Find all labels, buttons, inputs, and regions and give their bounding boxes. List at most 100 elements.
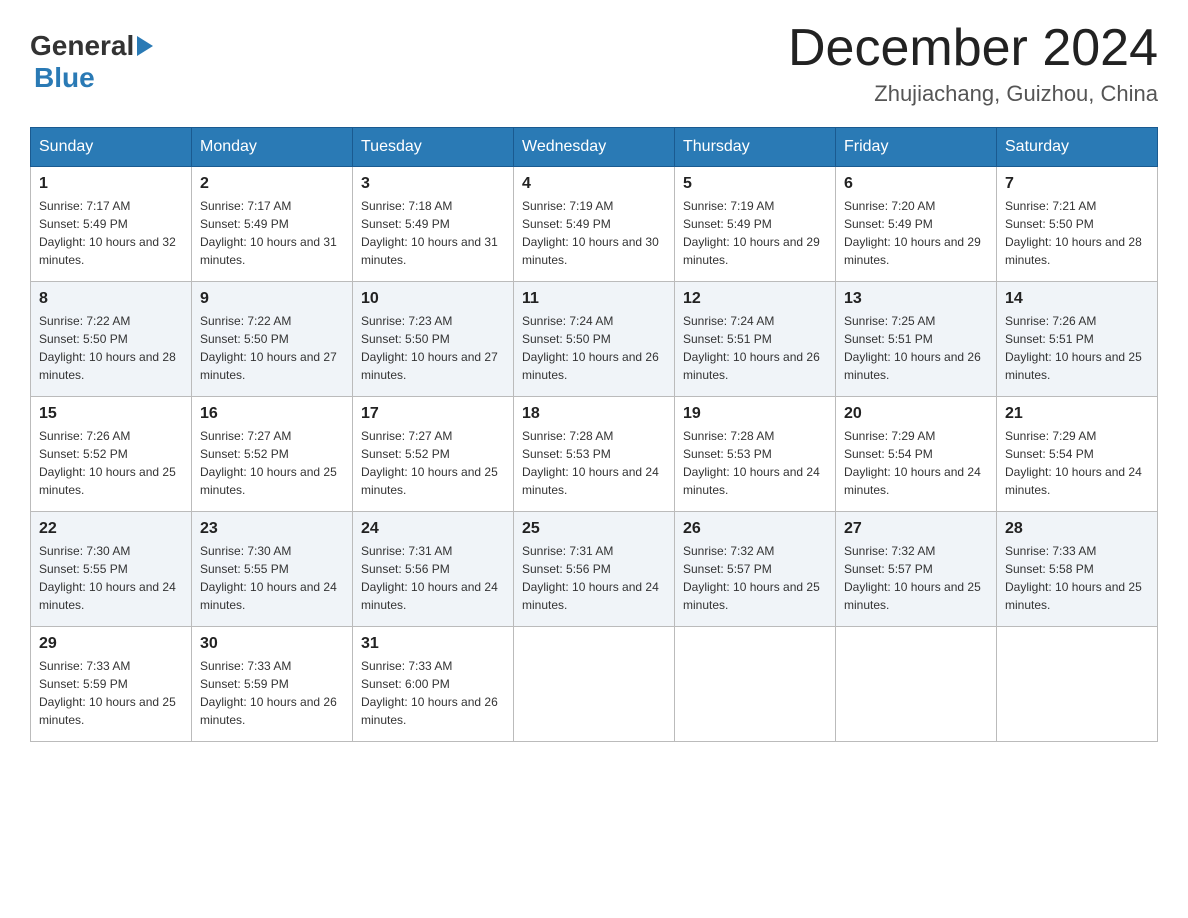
calendar-cell [836, 627, 997, 742]
calendar-cell: 23 Sunrise: 7:30 AMSunset: 5:55 PMDaylig… [192, 512, 353, 627]
day-info: Sunrise: 7:24 AMSunset: 5:50 PMDaylight:… [522, 314, 659, 382]
day-number: 25 [522, 520, 666, 538]
header-sunday: Sunday [31, 128, 192, 167]
day-number: 28 [1005, 520, 1149, 538]
calendar-cell: 16 Sunrise: 7:27 AMSunset: 5:52 PMDaylig… [192, 397, 353, 512]
day-number: 30 [200, 635, 344, 653]
calendar-cell: 15 Sunrise: 7:26 AMSunset: 5:52 PMDaylig… [31, 397, 192, 512]
day-info: Sunrise: 7:26 AMSunset: 5:51 PMDaylight:… [1005, 314, 1142, 382]
day-info: Sunrise: 7:20 AMSunset: 5:49 PMDaylight:… [844, 199, 981, 267]
calendar-cell: 4 Sunrise: 7:19 AMSunset: 5:49 PMDayligh… [514, 167, 675, 282]
calendar-cell: 22 Sunrise: 7:30 AMSunset: 5:55 PMDaylig… [31, 512, 192, 627]
day-number: 22 [39, 520, 183, 538]
calendar-cell [675, 627, 836, 742]
month-title: December 2024 [788, 20, 1158, 77]
logo-arrow-icon [137, 36, 153, 56]
day-info: Sunrise: 7:32 AMSunset: 5:57 PMDaylight:… [844, 544, 981, 612]
day-info: Sunrise: 7:22 AMSunset: 5:50 PMDaylight:… [39, 314, 176, 382]
day-number: 15 [39, 405, 183, 423]
location-title: Zhujiachang, Guizhou, China [788, 81, 1158, 107]
calendar-cell: 29 Sunrise: 7:33 AMSunset: 5:59 PMDaylig… [31, 627, 192, 742]
week-row-1: 1 Sunrise: 7:17 AMSunset: 5:49 PMDayligh… [31, 167, 1158, 282]
calendar-cell: 7 Sunrise: 7:21 AMSunset: 5:50 PMDayligh… [997, 167, 1158, 282]
calendar-cell: 30 Sunrise: 7:33 AMSunset: 5:59 PMDaylig… [192, 627, 353, 742]
day-number: 24 [361, 520, 505, 538]
day-number: 2 [200, 175, 344, 193]
week-row-3: 15 Sunrise: 7:26 AMSunset: 5:52 PMDaylig… [31, 397, 1158, 512]
calendar-cell: 13 Sunrise: 7:25 AMSunset: 5:51 PMDaylig… [836, 282, 997, 397]
header-saturday: Saturday [997, 128, 1158, 167]
logo: General Blue [30, 20, 156, 94]
day-number: 8 [39, 290, 183, 308]
day-info: Sunrise: 7:33 AMSunset: 5:59 PMDaylight:… [39, 659, 176, 727]
day-info: Sunrise: 7:25 AMSunset: 5:51 PMDaylight:… [844, 314, 981, 382]
header-thursday: Thursday [675, 128, 836, 167]
day-number: 12 [683, 290, 827, 308]
calendar-cell: 1 Sunrise: 7:17 AMSunset: 5:49 PMDayligh… [31, 167, 192, 282]
calendar-cell: 25 Sunrise: 7:31 AMSunset: 5:56 PMDaylig… [514, 512, 675, 627]
day-info: Sunrise: 7:31 AMSunset: 5:56 PMDaylight:… [361, 544, 498, 612]
week-row-4: 22 Sunrise: 7:30 AMSunset: 5:55 PMDaylig… [31, 512, 1158, 627]
header-friday: Friday [836, 128, 997, 167]
day-number: 14 [1005, 290, 1149, 308]
header-tuesday: Tuesday [353, 128, 514, 167]
calendar-cell [514, 627, 675, 742]
day-info: Sunrise: 7:22 AMSunset: 5:50 PMDaylight:… [200, 314, 337, 382]
calendar-cell: 26 Sunrise: 7:32 AMSunset: 5:57 PMDaylig… [675, 512, 836, 627]
calendar-cell: 5 Sunrise: 7:19 AMSunset: 5:49 PMDayligh… [675, 167, 836, 282]
day-number: 16 [200, 405, 344, 423]
day-info: Sunrise: 7:30 AMSunset: 5:55 PMDaylight:… [39, 544, 176, 612]
day-number: 31 [361, 635, 505, 653]
day-info: Sunrise: 7:27 AMSunset: 5:52 PMDaylight:… [361, 429, 498, 497]
day-number: 10 [361, 290, 505, 308]
day-info: Sunrise: 7:24 AMSunset: 5:51 PMDaylight:… [683, 314, 820, 382]
day-info: Sunrise: 7:29 AMSunset: 5:54 PMDaylight:… [1005, 429, 1142, 497]
calendar-cell: 28 Sunrise: 7:33 AMSunset: 5:58 PMDaylig… [997, 512, 1158, 627]
calendar-cell: 12 Sunrise: 7:24 AMSunset: 5:51 PMDaylig… [675, 282, 836, 397]
day-info: Sunrise: 7:19 AMSunset: 5:49 PMDaylight:… [522, 199, 659, 267]
day-number: 11 [522, 290, 666, 308]
day-number: 21 [1005, 405, 1149, 423]
week-row-2: 8 Sunrise: 7:22 AMSunset: 5:50 PMDayligh… [31, 282, 1158, 397]
day-info: Sunrise: 7:33 AMSunset: 5:59 PMDaylight:… [200, 659, 337, 727]
calendar-header-row: SundayMondayTuesdayWednesdayThursdayFrid… [31, 128, 1158, 167]
calendar-cell: 11 Sunrise: 7:24 AMSunset: 5:50 PMDaylig… [514, 282, 675, 397]
day-number: 7 [1005, 175, 1149, 193]
day-number: 23 [200, 520, 344, 538]
day-number: 13 [844, 290, 988, 308]
day-info: Sunrise: 7:28 AMSunset: 5:53 PMDaylight:… [522, 429, 659, 497]
day-number: 29 [39, 635, 183, 653]
calendar-cell: 17 Sunrise: 7:27 AMSunset: 5:52 PMDaylig… [353, 397, 514, 512]
day-info: Sunrise: 7:17 AMSunset: 5:49 PMDaylight:… [200, 199, 337, 267]
day-info: Sunrise: 7:30 AMSunset: 5:55 PMDaylight:… [200, 544, 337, 612]
day-info: Sunrise: 7:18 AMSunset: 5:49 PMDaylight:… [361, 199, 498, 267]
calendar-cell: 3 Sunrise: 7:18 AMSunset: 5:49 PMDayligh… [353, 167, 514, 282]
page-header: General Blue December 2024 Zhujiachang, … [30, 20, 1158, 107]
day-number: 27 [844, 520, 988, 538]
day-info: Sunrise: 7:31 AMSunset: 5:56 PMDaylight:… [522, 544, 659, 612]
calendar-cell: 31 Sunrise: 7:33 AMSunset: 6:00 PMDaylig… [353, 627, 514, 742]
calendar-cell: 21 Sunrise: 7:29 AMSunset: 5:54 PMDaylig… [997, 397, 1158, 512]
day-info: Sunrise: 7:27 AMSunset: 5:52 PMDaylight:… [200, 429, 337, 497]
calendar-cell: 24 Sunrise: 7:31 AMSunset: 5:56 PMDaylig… [353, 512, 514, 627]
calendar-cell: 27 Sunrise: 7:32 AMSunset: 5:57 PMDaylig… [836, 512, 997, 627]
calendar-cell: 2 Sunrise: 7:17 AMSunset: 5:49 PMDayligh… [192, 167, 353, 282]
calendar-cell: 14 Sunrise: 7:26 AMSunset: 5:51 PMDaylig… [997, 282, 1158, 397]
day-info: Sunrise: 7:28 AMSunset: 5:53 PMDaylight:… [683, 429, 820, 497]
day-info: Sunrise: 7:19 AMSunset: 5:49 PMDaylight:… [683, 199, 820, 267]
title-section: December 2024 Zhujiachang, Guizhou, Chin… [788, 20, 1158, 107]
calendar-cell: 8 Sunrise: 7:22 AMSunset: 5:50 PMDayligh… [31, 282, 192, 397]
day-info: Sunrise: 7:33 AMSunset: 5:58 PMDaylight:… [1005, 544, 1142, 612]
calendar-cell: 9 Sunrise: 7:22 AMSunset: 5:50 PMDayligh… [192, 282, 353, 397]
calendar-cell: 18 Sunrise: 7:28 AMSunset: 5:53 PMDaylig… [514, 397, 675, 512]
calendar-table: SundayMondayTuesdayWednesdayThursdayFrid… [30, 127, 1158, 742]
calendar-cell: 6 Sunrise: 7:20 AMSunset: 5:49 PMDayligh… [836, 167, 997, 282]
week-row-5: 29 Sunrise: 7:33 AMSunset: 5:59 PMDaylig… [31, 627, 1158, 742]
day-number: 6 [844, 175, 988, 193]
day-number: 26 [683, 520, 827, 538]
day-number: 19 [683, 405, 827, 423]
header-wednesday: Wednesday [514, 128, 675, 167]
day-info: Sunrise: 7:29 AMSunset: 5:54 PMDaylight:… [844, 429, 981, 497]
day-number: 20 [844, 405, 988, 423]
day-info: Sunrise: 7:33 AMSunset: 6:00 PMDaylight:… [361, 659, 498, 727]
